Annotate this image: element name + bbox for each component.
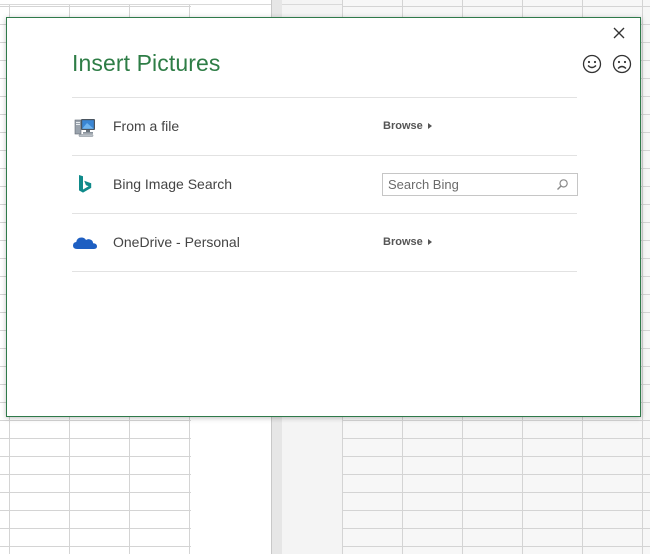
browse-label: Browse [383, 236, 423, 248]
onedrive-cloud-icon [72, 231, 98, 255]
bing-search-input[interactable] [383, 174, 563, 195]
dialog-title: Insert Pictures [72, 50, 221, 76]
caret-right-icon [427, 239, 432, 245]
picture-sources-list: From a file Browse Bing Image Search Sea… [72, 97, 578, 272]
source-row-onedrive: OneDrive - Personal Browse [72, 213, 577, 272]
bing-search-box [382, 173, 578, 196]
bing-icon [72, 173, 98, 197]
source-label-onedrive: OneDrive - Personal [113, 234, 240, 250]
frowning-face-icon[interactable] [612, 54, 632, 74]
spreadsheet-top-edge-left [0, 0, 271, 5]
close-icon [613, 27, 625, 39]
feedback-group [582, 54, 632, 74]
source-label-bing: Bing Image Search [113, 176, 233, 192]
browse-onedrive-button[interactable]: Browse [383, 236, 432, 248]
caret-right-icon [427, 123, 432, 129]
source-label-from-file: From a file [113, 118, 180, 134]
search-icon[interactable] [556, 178, 569, 191]
source-row-from-file: From a file Browse [72, 97, 577, 155]
source-row-bing: Bing Image Search [72, 155, 578, 213]
close-button[interactable] [610, 24, 628, 42]
smiley-face-icon[interactable] [582, 54, 602, 74]
browse-label: Browse [383, 120, 423, 132]
insert-pictures-dialog: Insert Pictures From a file Browse Bing … [6, 17, 641, 417]
computer-icon [72, 115, 98, 139]
browse-file-button[interactable]: Browse [383, 120, 432, 132]
